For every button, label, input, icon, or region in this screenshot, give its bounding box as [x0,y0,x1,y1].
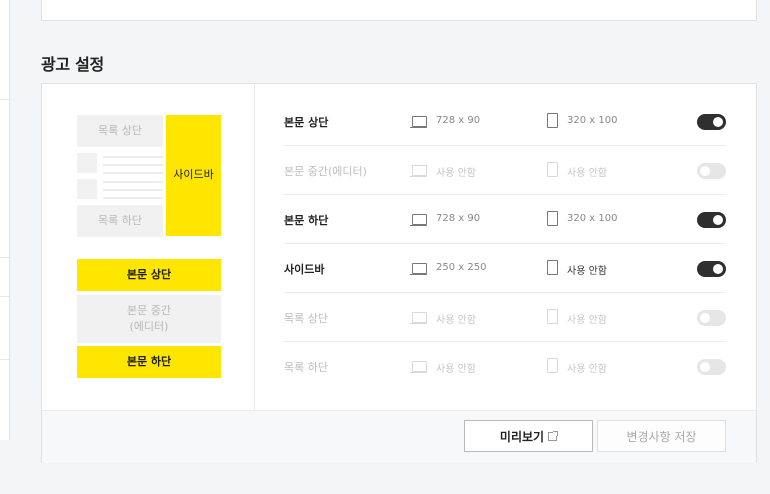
preview-body-middle-label: 본문 중간 [127,303,171,317]
ad-slot-list: 본문 상단 728 x 90 320 x 100 본문 중간(에디터) 사용 안… [284,97,726,390]
ad-slot-row: 본문 중간(에디터) 사용 안함 사용 안함 [284,146,726,195]
sidebar-divider [0,257,9,258]
slot-name: 본문 중간(에디터) [284,165,367,178]
mobile-icon [547,113,558,128]
mobile-icon [547,211,558,226]
preview-list-top: 목록 상단 [77,115,163,147]
mobile-icon [547,162,558,177]
mobile-icon [547,260,558,275]
slot-toggle[interactable] [697,114,726,130]
ad-slot-row: 목록 하단 사용 안함 사용 안함 [284,342,726,390]
preview-thumb [77,179,97,199]
section-title: 광고 설정 [41,55,104,74]
preview-thumb [77,153,97,173]
slot-name: 목록 상단 [284,312,328,325]
sidebar-divider [0,99,9,100]
mobile-icon [547,358,558,373]
save-button-label: 변경사항 저장 [626,429,697,444]
slot-toggle[interactable] [697,212,726,228]
slot-toggle[interactable] [697,261,726,277]
preview-line [103,189,163,191]
preview-button-label: 미리보기 [499,429,545,444]
left-sidebar-edge [0,0,10,440]
preview-body-middle: 본문 중간 (에디터) [77,295,221,343]
preview-line [103,197,163,199]
slot-toggle[interactable] [697,359,726,375]
previous-section-card [41,0,757,21]
pc-size: 사용 안함 [436,364,476,375]
slot-name: 목록 하단 [284,361,328,374]
pc-size: 250 x 250 [436,262,487,273]
pc-size: 728 x 90 [436,213,481,224]
preview-line [103,156,163,158]
pc-size: 사용 안함 [436,315,476,326]
slot-name: 본문 상단 [284,116,329,129]
pc-icon [410,361,427,373]
slot-name: 본문 하단 [284,214,329,227]
preview-line [103,181,163,183]
ad-slot-row: 본문 하단 728 x 90 320 x 100 [284,195,726,244]
sidebar-divider [0,296,9,297]
mobile-size: 사용 안함 [567,266,607,277]
pc-size: 728 x 90 [436,115,481,126]
slot-name: 사이드바 [284,263,325,276]
panel-footer: 미리보기 변경사항 저장 [42,410,756,463]
mobile-size: 사용 안함 [567,364,607,375]
preview-line [103,164,163,166]
pc-icon [410,312,427,324]
preview-body-middle-sublabel: (에디터) [129,320,169,333]
slot-toggle[interactable] [697,310,726,326]
preview-list-bottom: 목록 하단 [77,205,163,237]
pc-size: 사용 안함 [436,168,476,179]
save-changes-button[interactable]: 변경사항 저장 [597,420,726,452]
external-link-icon [548,430,559,441]
ad-slot-row: 본문 상단 728 x 90 320 x 100 [284,97,726,146]
preview-sidebar: 사이드바 [166,115,221,236]
preview-body-top: 본문 상단 [77,259,221,291]
mobile-size: 사용 안함 [567,168,607,179]
mobile-size: 320 x 100 [567,213,618,224]
preview-line [103,172,163,174]
pc-icon [410,263,427,275]
ad-layout-preview: 목록 상단 목록 하단 사이드바 본문 상단 본문 중간 (에디터) 본문 하단 [42,84,255,410]
preview-body-bottom: 본문 하단 [77,346,221,378]
slot-toggle[interactable] [697,163,726,179]
mobile-size: 사용 안함 [567,315,607,326]
pc-icon [410,214,427,226]
pc-icon [410,165,427,177]
pc-icon [410,116,427,128]
ad-settings-panel: 목록 상단 목록 하단 사이드바 본문 상단 본문 중간 (에디터) 본문 하단… [41,83,757,463]
mobile-size: 320 x 100 [567,115,618,126]
preview-button[interactable]: 미리보기 [464,420,593,452]
mobile-icon [547,309,558,324]
ad-slot-row: 목록 상단 사용 안함 사용 안함 [284,293,726,342]
sidebar-divider [0,359,9,360]
ad-slot-row: 사이드바 250 x 250 사용 안함 [284,244,726,293]
